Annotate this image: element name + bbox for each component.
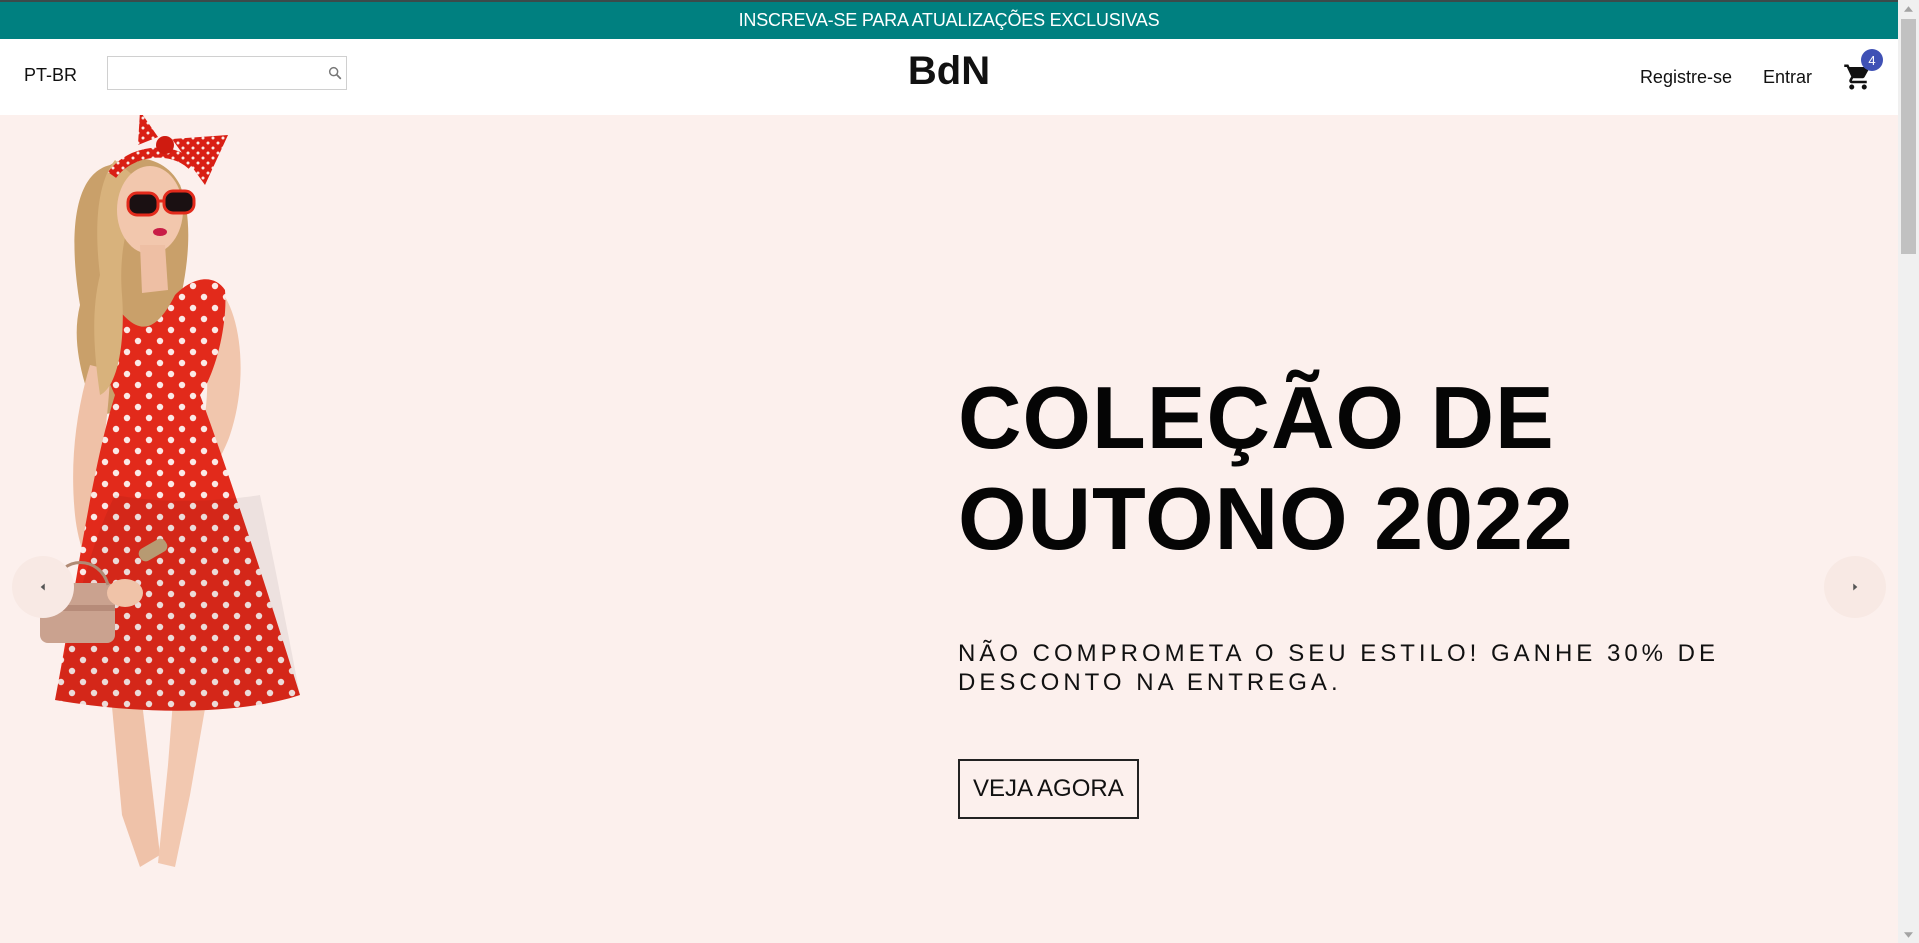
register-link[interactable]: Registre-se xyxy=(1640,67,1732,88)
next-slide-button[interactable] xyxy=(1824,556,1886,618)
hero-title: COLEÇÃO DE OUTONO 2022 xyxy=(958,367,1858,569)
search-icon[interactable] xyxy=(323,58,346,88)
nav-right: Registre-se Entrar 4 xyxy=(1640,39,1898,115)
search-container xyxy=(107,56,347,90)
hero-subtitle-line-2: DESCONTO NA ENTREGA. xyxy=(958,669,1342,696)
hero-title-line-2: OUTONO 2022 xyxy=(958,469,1574,568)
prev-slide-button[interactable] xyxy=(12,556,74,618)
arrow-left-icon xyxy=(40,583,45,591)
login-link[interactable]: Entrar xyxy=(1763,67,1812,88)
cart-count-badge: 4 xyxy=(1861,49,1883,71)
vertical-scrollbar[interactable] xyxy=(1898,0,1919,943)
hero-subtitle-line-1: NÃO COMPROMETA O SEU ESTILO! GANHE 30% D… xyxy=(958,640,1720,667)
announcement-text: INSCREVA-SE PARA ATUALIZAÇÕES EXCLUSIVAS xyxy=(738,10,1160,30)
hero-model-image xyxy=(40,115,300,867)
scrollbar-thumb[interactable] xyxy=(1901,19,1916,254)
scroll-down-arrow-icon[interactable] xyxy=(1898,926,1919,943)
hero-content: COLEÇÃO DE OUTONO 2022 NÃO COMPROMETA O … xyxy=(958,367,1858,819)
search-input[interactable] xyxy=(108,58,323,88)
navbar: PT-BR BdN Registre-se Entrar 4 xyxy=(0,39,1898,115)
cart-button[interactable]: 4 xyxy=(1843,49,1883,92)
hero-subtitle: NÃO COMPROMETA O SEU ESTILO! GANHE 30% D… xyxy=(958,639,1758,697)
hero-slider: COLEÇÃO DE OUTONO 2022 NÃO COMPROMETA O … xyxy=(0,115,1898,943)
announcement-bar: INSCREVA-SE PARA ATUALIZAÇÕES EXCLUSIVAS xyxy=(0,2,1898,39)
hero-title-line-1: COLEÇÃO DE xyxy=(958,368,1555,467)
arrow-right-icon xyxy=(1853,583,1858,591)
scroll-up-arrow-icon[interactable] xyxy=(1898,0,1919,17)
page: INSCREVA-SE PARA ATUALIZAÇÕES EXCLUSIVAS… xyxy=(0,0,1919,943)
logo[interactable]: BdN xyxy=(908,49,990,93)
language-label: PT-BR xyxy=(24,65,78,85)
see-now-button[interactable]: VEJA AGORA xyxy=(958,759,1139,819)
